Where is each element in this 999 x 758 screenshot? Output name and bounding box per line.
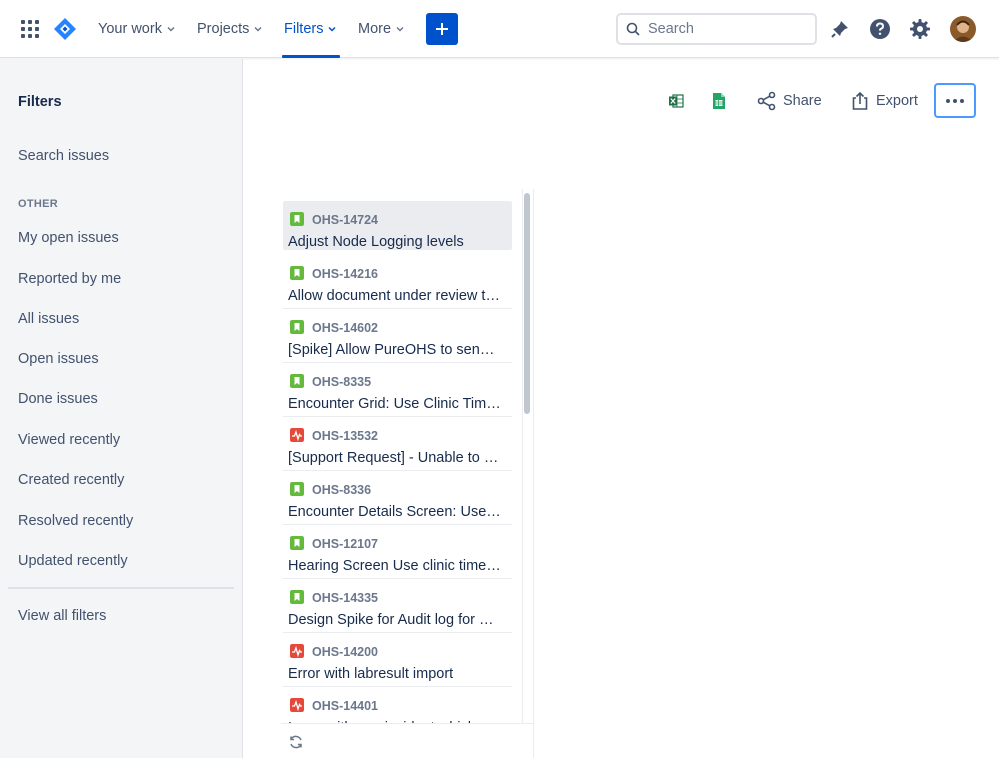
ellipsis-dot xyxy=(953,98,957,103)
issue-list-item[interactable]: OHS-14216 Allow document under review to … xyxy=(283,255,512,309)
nav-projects-label: Projects xyxy=(197,21,250,37)
issue-summary: Allow document under review to be… xyxy=(288,288,502,304)
issue-key: OHS-14216 xyxy=(312,267,379,281)
issue-list-item[interactable]: OHS-14401Issue with one incident which w… xyxy=(283,687,512,723)
nav-projects[interactable]: Projects xyxy=(197,0,263,58)
create-button[interactable] xyxy=(426,13,458,45)
scrollbar-thumb[interactable] xyxy=(524,193,530,414)
sidebar-section-label: OTHER xyxy=(18,198,58,210)
bug-type-icon xyxy=(290,428,304,442)
sidebar-item-done-issues[interactable]: Done issues xyxy=(18,391,98,407)
issue-list: OHS-14724 Adjust Node Logging levels OHS-1… xyxy=(281,189,519,723)
excel-icon xyxy=(669,94,684,108)
sidebar-item-view-all-filters[interactable]: View all filters xyxy=(18,608,106,624)
bug-type-icon xyxy=(290,698,304,712)
app-switcher-icon[interactable] xyxy=(21,20,39,38)
issue-summary: [Support Request] - Unable to process xyxy=(288,450,502,466)
issue-key: OHS-8336 xyxy=(312,483,372,497)
export-icon xyxy=(852,91,868,110)
sidebar-item-reported-by-me[interactable]: Reported by me xyxy=(18,271,121,287)
issue-list-item[interactable]: OHS-12107 Hearing Screen Use clinic time … xyxy=(283,525,512,579)
story-type-icon xyxy=(290,320,304,334)
sidebar-item-created-recently[interactable]: Created recently xyxy=(18,472,124,488)
story-type-icon xyxy=(290,266,304,280)
issue-summary: Hearing Screen Use clinic time zone xyxy=(288,558,502,574)
issue-key: OHS-14200 xyxy=(312,645,379,659)
export-button[interactable]: Export xyxy=(850,84,918,118)
ellipsis-dot xyxy=(946,98,950,103)
ellipsis-dot xyxy=(960,98,964,103)
issue-list-footer xyxy=(281,723,533,758)
sidebar-title: Filters xyxy=(18,94,62,110)
issue-key: OHS-8335 xyxy=(312,375,372,389)
help-icon[interactable] xyxy=(868,17,892,41)
issue-key: OHS-14401 xyxy=(312,699,379,713)
excel-export-button[interactable] xyxy=(667,84,685,118)
issue-summary: Adjust Node Logging levels xyxy=(288,234,464,250)
story-type-icon xyxy=(290,536,304,550)
google-sheets-icon xyxy=(713,93,725,109)
issue-list-item[interactable]: OHS-8336 Encounter Details Screen: Use cl… xyxy=(283,471,512,525)
issue-summary: Encounter Grid: Use Clinic Time Zone xyxy=(288,396,502,412)
bug-type-icon xyxy=(290,644,304,658)
export-label: Export xyxy=(876,93,918,109)
more-actions-button[interactable] xyxy=(934,83,976,118)
sidebar-item-all-issues[interactable]: All issues xyxy=(18,311,79,327)
sidebar-item-resolved-recently[interactable]: Resolved recently xyxy=(18,513,133,529)
issue-list-panel: OHS-14724 Adjust Node Logging levels OHS-1… xyxy=(281,189,534,758)
story-type-icon xyxy=(290,590,304,604)
top-navigation: Your work Projects Filters More xyxy=(0,0,999,58)
issue-key: OHS-14724 xyxy=(312,213,379,227)
issue-list-item[interactable]: OHS-14602 [Spike] Allow PureOHS to send e… xyxy=(283,309,512,363)
issue-key: OHS-13532 xyxy=(312,429,379,443)
issue-summary: Encounter Details Screen: Use clinic xyxy=(288,504,502,520)
share-button[interactable]: Share xyxy=(757,84,822,118)
sheets-export-button[interactable] xyxy=(711,84,727,118)
filters-sidebar: Filters Search issues OTHER My open issu… xyxy=(0,59,243,758)
sidebar-item-my-open-issues[interactable]: My open issues xyxy=(18,230,119,246)
nav-filters[interactable]: Filters xyxy=(282,0,340,58)
search-input[interactable] xyxy=(648,21,798,37)
issue-key: OHS-14335 xyxy=(312,591,379,605)
issue-list-item[interactable]: OHS-8335 Encounter Grid: Use Clinic Time … xyxy=(283,363,512,417)
nav-your-work-label: Your work xyxy=(98,21,162,37)
story-type-icon xyxy=(290,212,304,226)
issue-list-item[interactable]: OHS-13532 [Support Request] - Unable to p… xyxy=(283,417,512,471)
nav-more-label: More xyxy=(358,21,392,37)
nav-filters-label: Filters xyxy=(284,21,324,37)
issue-summary: [Spike] Allow PureOHS to send emails xyxy=(288,342,502,358)
nav-your-work[interactable]: Your work xyxy=(98,0,176,58)
story-type-icon xyxy=(290,482,304,496)
sidebar-item-search-issues[interactable]: Search issues xyxy=(18,148,109,164)
plus-icon xyxy=(436,23,448,35)
nav-more[interactable]: More xyxy=(358,0,405,58)
sidebar-divider xyxy=(8,587,234,589)
sidebar-item-open-issues[interactable]: Open issues xyxy=(18,351,99,367)
issue-list-item[interactable]: OHS-14724 Adjust Node Logging levels xyxy=(283,201,512,250)
share-icon xyxy=(757,91,776,111)
issue-key: OHS-12107 xyxy=(312,537,379,551)
issue-summary: Design Spike for Audit log for Events xyxy=(288,612,502,628)
share-label: Share xyxy=(783,93,822,109)
issue-list-item[interactable]: OHS-14335 Design Spike for Audit log for … xyxy=(283,579,512,633)
story-type-icon xyxy=(290,374,304,388)
issue-key: OHS-14602 xyxy=(312,321,379,335)
sidebar-item-updated-recently[interactable]: Updated recently xyxy=(18,553,128,569)
chevron-down-icon xyxy=(396,26,404,32)
settings-gear-icon[interactable] xyxy=(908,17,932,41)
issue-list-item[interactable]: OHS-14200 Error with labresult import xyxy=(283,633,512,687)
search-box[interactable] xyxy=(616,13,817,45)
chevron-down-icon xyxy=(254,26,262,32)
search-icon xyxy=(626,22,640,36)
issue-summary: Error with labresult import xyxy=(288,666,454,682)
jira-logo-icon[interactable] xyxy=(53,17,77,41)
sidebar-item-viewed-recently[interactable]: Viewed recently xyxy=(18,432,120,448)
chevron-down-icon xyxy=(328,26,337,32)
chevron-down-icon xyxy=(167,26,175,32)
refresh-icon[interactable] xyxy=(288,734,304,750)
user-avatar[interactable] xyxy=(950,16,976,42)
notifications-icon[interactable] xyxy=(828,17,852,41)
